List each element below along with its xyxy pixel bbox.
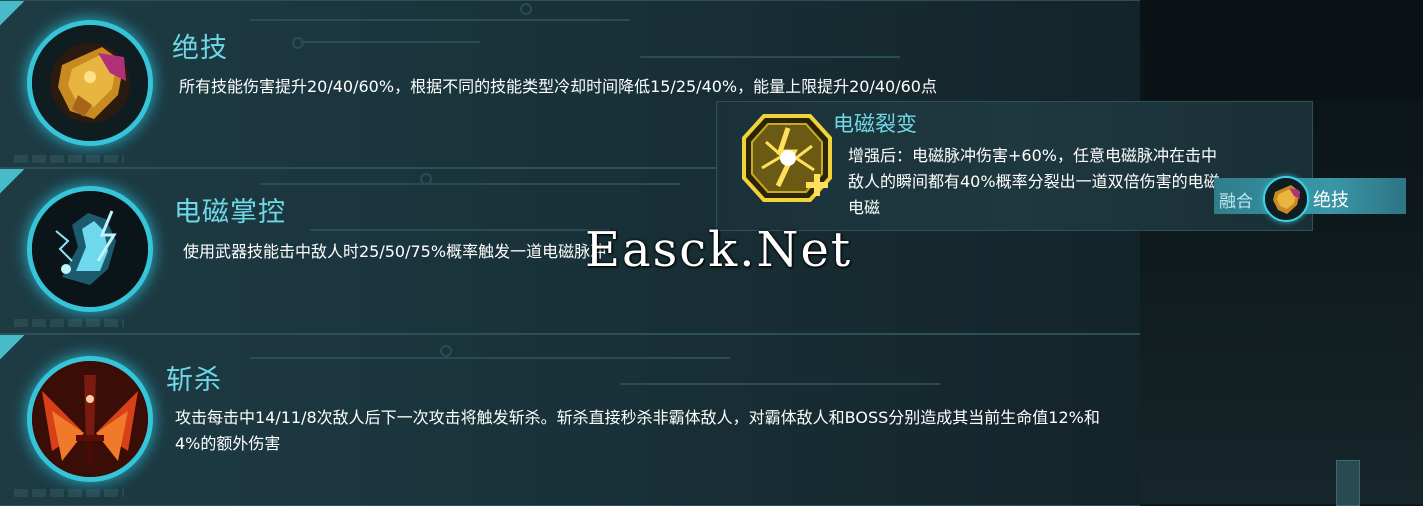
flaming-sword-icon[interactable]	[27, 356, 153, 482]
fusion-description-line1: 增强后：电磁脉冲伤害+60%，任意电磁脉冲在击中	[848, 146, 1217, 165]
circuit-line	[300, 41, 480, 43]
fusion-tag-name: 绝技	[1313, 190, 1349, 211]
skill-title-electromagnetic: 电磁掌控	[174, 197, 286, 228]
skill-description-execute-line2: 4%的额外伤害	[175, 434, 281, 453]
circuit-node	[292, 37, 304, 49]
panel-bottom-bar	[14, 489, 124, 497]
skill-title-ultimate: 绝技	[172, 33, 228, 64]
circuit-node	[440, 345, 452, 357]
watermark: Easck.Net	[585, 222, 853, 278]
circuit-line	[640, 56, 900, 58]
skill-description-execute-line1: 攻击每击中14/11/8次敌人后下一次攻击将触发斩杀。斩杀直接秒杀非霸体敌人，对…	[175, 408, 1100, 427]
circuit-line	[620, 383, 940, 385]
electric-hand-icon[interactable]	[27, 186, 153, 312]
skill-description-electromagnetic: 使用武器技能击中敌人时25/50/75%概率触发一道电磁脉冲	[183, 242, 607, 261]
top-right-dark-area	[1145, 0, 1423, 100]
panel-bottom-bar	[14, 319, 124, 327]
golden-gauntlet-icon[interactable]	[27, 20, 153, 146]
fusion-tag-label: 融合	[1219, 192, 1253, 212]
circuit-node	[520, 3, 532, 15]
panel-bottom-bar	[14, 155, 124, 163]
circuit-node	[420, 173, 432, 185]
circuit-line	[250, 357, 730, 359]
corner-scroll-handle[interactable]	[1336, 460, 1360, 506]
circuit-line	[310, 229, 610, 231]
circuit-line	[250, 19, 630, 21]
circuit-line	[260, 183, 680, 185]
skill-description-ultimate: 所有技能伤害提升20/40/60%，根据不同的技能类型冷却时间降低15/25/4…	[179, 77, 937, 96]
golden-gauntlet-icon	[1263, 176, 1309, 222]
electric-burst-plus-icon[interactable]	[742, 112, 832, 204]
skill-title-execute: 斩杀	[166, 365, 222, 396]
fusion-title: 电磁裂变	[833, 112, 917, 136]
